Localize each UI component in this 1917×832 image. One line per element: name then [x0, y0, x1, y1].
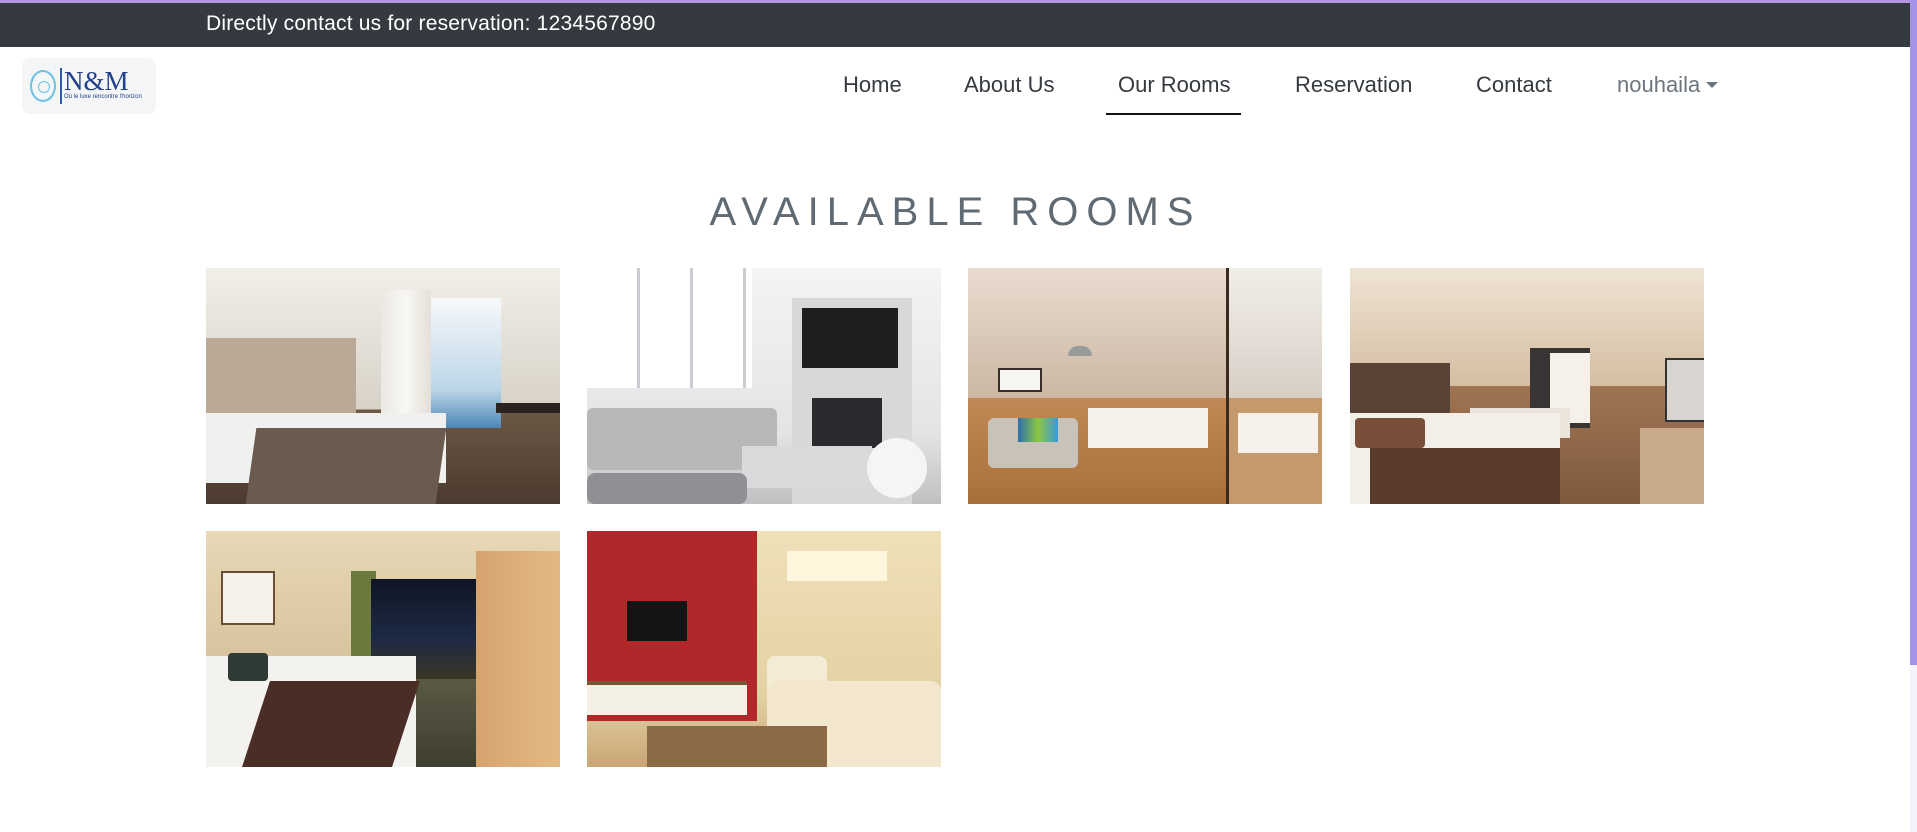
scrollbar-thumb[interactable] [1910, 0, 1917, 665]
room-card[interactable] [587, 531, 941, 767]
room-card[interactable] [1350, 268, 1704, 504]
room-image [587, 531, 941, 767]
nav-item-about-us[interactable]: About Us [964, 72, 1055, 98]
room-card[interactable] [587, 268, 941, 504]
room-card[interactable] [968, 268, 1322, 504]
caret-down-icon [1706, 82, 1719, 88]
nav-item-home[interactable]: Home [843, 72, 902, 98]
room-image [206, 531, 560, 767]
room-image [968, 268, 1322, 504]
room-image [206, 268, 560, 504]
contact-text: Directly contact us for reservation: 123… [206, 12, 656, 35]
room-card[interactable] [206, 268, 560, 504]
room-image [1350, 268, 1704, 504]
main-navigation: Home About Us Our Rooms Reservation Cont… [0, 47, 1911, 127]
nav-item-our-rooms[interactable]: Our Rooms [1105, 72, 1243, 115]
room-image [587, 268, 941, 504]
contact-topbar: Directly contact us for reservation: 123… [0, 3, 1911, 47]
room-card[interactable] [206, 531, 560, 767]
user-name: nouhaila [1617, 72, 1701, 97]
page-title: AVAILABLE ROOMS [709, 190, 1202, 234]
user-dropdown[interactable]: nouhaila [1617, 72, 1719, 98]
nav-item-contact[interactable]: Contact [1476, 72, 1552, 98]
nav-item-reservation[interactable]: Reservation [1295, 72, 1412, 98]
